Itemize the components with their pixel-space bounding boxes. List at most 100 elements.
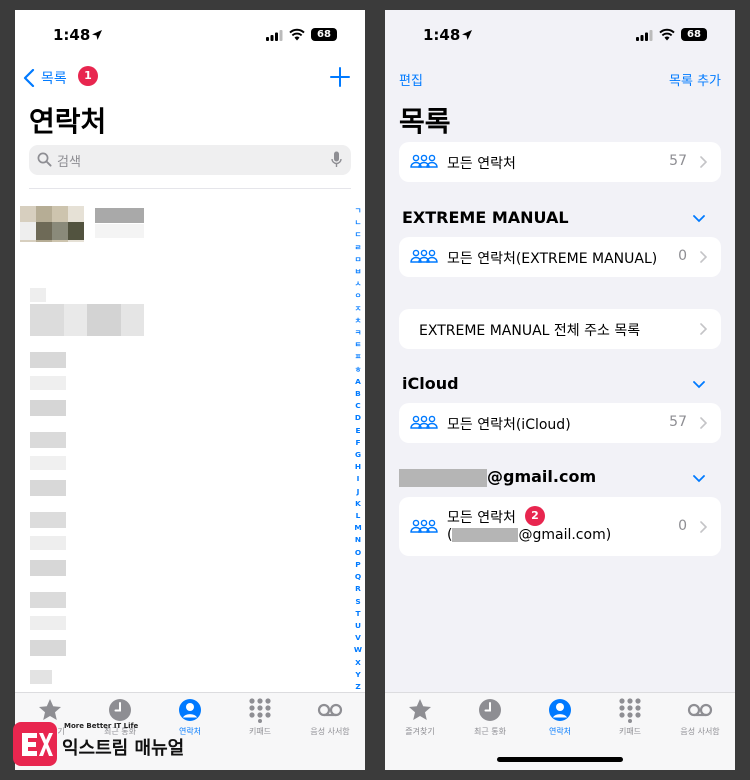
index-letter[interactable]: ㅋ [353,327,363,339]
tab-label: 최근 통화 [474,727,506,736]
index-letter[interactable]: ㄷ [353,229,363,241]
index-letter[interactable]: ㄱ [353,205,363,217]
index-letter[interactable]: ㅎ [353,364,363,376]
index-letter[interactable]: ㅂ [353,266,363,278]
pixelated-avatar-lower [20,222,84,240]
index-letter[interactable]: U [353,620,363,632]
chevron-right-icon [700,156,707,168]
contacts-screen: 1:48 68 목록 1 연락처 검색 ㄱㄴ ㄷ ㄹ ㅁ ㅂ ㅅ ㅇ ㅈ ㅊ ㅋ… [15,10,365,770]
chevron-down-icon[interactable] [693,381,705,389]
tab-favorites[interactable]: 즐겨찾기 [385,697,455,737]
chevron-down-icon[interactable] [693,475,705,483]
index-letter[interactable]: L [353,510,363,522]
index-letter[interactable]: V [353,632,363,644]
search-input[interactable]: 검색 [29,145,351,175]
index-letter[interactable]: H [353,461,363,473]
back-button[interactable]: 목록 [23,66,67,90]
back-label: 목록 [41,71,67,87]
status-bar: 1:48 68 [385,10,735,60]
watermark-title: 익스트림 매뉴얼 [62,738,185,759]
list-item-all-contacts[interactable]: 모든 연락처 57 [399,142,721,182]
pixelated-row [30,400,66,416]
tab-voicemail[interactable]: 음성 사서함 [665,697,735,737]
index-letter[interactable]: M [353,522,363,534]
index-letter[interactable]: ㅊ [353,315,363,327]
tab-voicemail[interactable]: 음성 사서함 [295,697,365,737]
status-time: 1:48 [53,26,91,44]
index-letter[interactable]: K [353,498,363,510]
tab-recents[interactable]: 최근 통화 [85,697,155,737]
index-letter[interactable]: S [353,596,363,608]
clock-icon [109,699,131,721]
index-letter[interactable]: R [353,583,363,595]
index-letter[interactable]: W [353,644,363,656]
watermark-logo [13,722,57,766]
tab-keypad[interactable]: 키패드 [595,697,665,737]
index-letter[interactable]: Y [353,669,363,681]
clock-icon [479,699,501,721]
list-item-extreme-all[interactable]: 모든 연락처(EXTREME MANUAL) 0 [399,237,721,277]
index-letter[interactable]: X [353,657,363,669]
search-icon [37,152,52,167]
pixelated-row [30,432,66,448]
tab-contacts[interactable]: 연락처 [525,697,595,737]
index-letter[interactable]: J [353,486,363,498]
people-group-icon [410,519,438,533]
index-letter[interactable]: D [353,412,363,424]
voicemail-icon [687,703,713,717]
section-index-bar[interactable]: ㄱㄴㄷㄹㅁㅂㅅㅇㅈㅊㅋㅌㅍㅎABCDEFGHIJKLMNOPQRSTUVWXYZ… [353,205,363,705]
tab-contacts[interactable]: 연락처 [155,697,225,737]
chevron-right-icon [700,417,707,429]
pixelated-row [30,616,66,630]
section-header-extreme[interactable]: EXTREME MANUAL [402,208,569,227]
row-label: 모든 연락처 [447,510,516,526]
index-letter[interactable]: ㄹ [353,242,363,254]
gmail-card: 모든 연락처 2 (@gmail.com) 0 [399,497,721,556]
pixelated-row [30,536,66,550]
index-letter[interactable]: ㄴ [353,217,363,229]
index-letter[interactable]: A [353,376,363,388]
section-header-gmail[interactable]: @gmail.com [399,467,596,487]
index-letter[interactable]: I [353,473,363,485]
section-header-icloud[interactable]: iCloud [402,374,459,393]
step-badge-2: 2 [525,506,545,526]
list-item-gmail-all[interactable]: 모든 연락처 2 (@gmail.com) 0 [399,497,721,556]
index-letter[interactable]: C [353,400,363,412]
signal-icon [636,30,653,41]
index-letter[interactable]: ㅍ [353,351,363,363]
edit-button[interactable]: 편집 [399,70,423,89]
search-placeholder: 검색 [57,155,81,170]
row-label: 모든 연락처(iCloud) [447,417,571,433]
index-letter[interactable]: P [353,559,363,571]
index-letter[interactable]: B [353,388,363,400]
index-letter[interactable]: O [353,547,363,559]
add-list-button[interactable]: 목록 추가 [669,70,721,89]
add-contact-plus-icon[interactable] [330,67,350,87]
location-arrow-icon [462,30,472,40]
index-letter[interactable]: ㅅ [353,278,363,290]
tab-recents[interactable]: 최근 통화 [455,697,525,737]
list-item-extreme-directory[interactable]: EXTREME MANUAL 전체 주소 목록 [399,309,721,349]
row-label: 모든 연락처(EXTREME MANUAL) [447,251,658,267]
microphone-icon[interactable] [331,151,342,168]
all-contacts-card: 모든 연락처 57 [399,142,721,182]
index-letter[interactable]: ㅁ [353,254,363,266]
index-letter[interactable]: F [353,437,363,449]
index-letter[interactable]: E [353,425,363,437]
person-circle-icon [179,699,201,721]
redacted-email [452,528,519,542]
chevron-right-icon [700,251,707,263]
index-letter[interactable]: T [353,608,363,620]
index-letter[interactable]: Q [353,571,363,583]
chevron-down-icon[interactable] [693,215,705,223]
pixelated-row [30,640,66,656]
index-letter[interactable]: N [353,534,363,546]
location-arrow-icon [92,30,102,40]
index-letter[interactable]: ㅈ [353,303,363,315]
index-letter[interactable]: ㅇ [353,290,363,302]
list-item-icloud-all[interactable]: 모든 연락처(iCloud) 57 [399,403,721,443]
battery-indicator: 68 [311,28,337,41]
index-letter[interactable]: ㅌ [353,339,363,351]
tab-keypad[interactable]: 키패드 [225,697,295,737]
index-letter[interactable]: G [353,449,363,461]
